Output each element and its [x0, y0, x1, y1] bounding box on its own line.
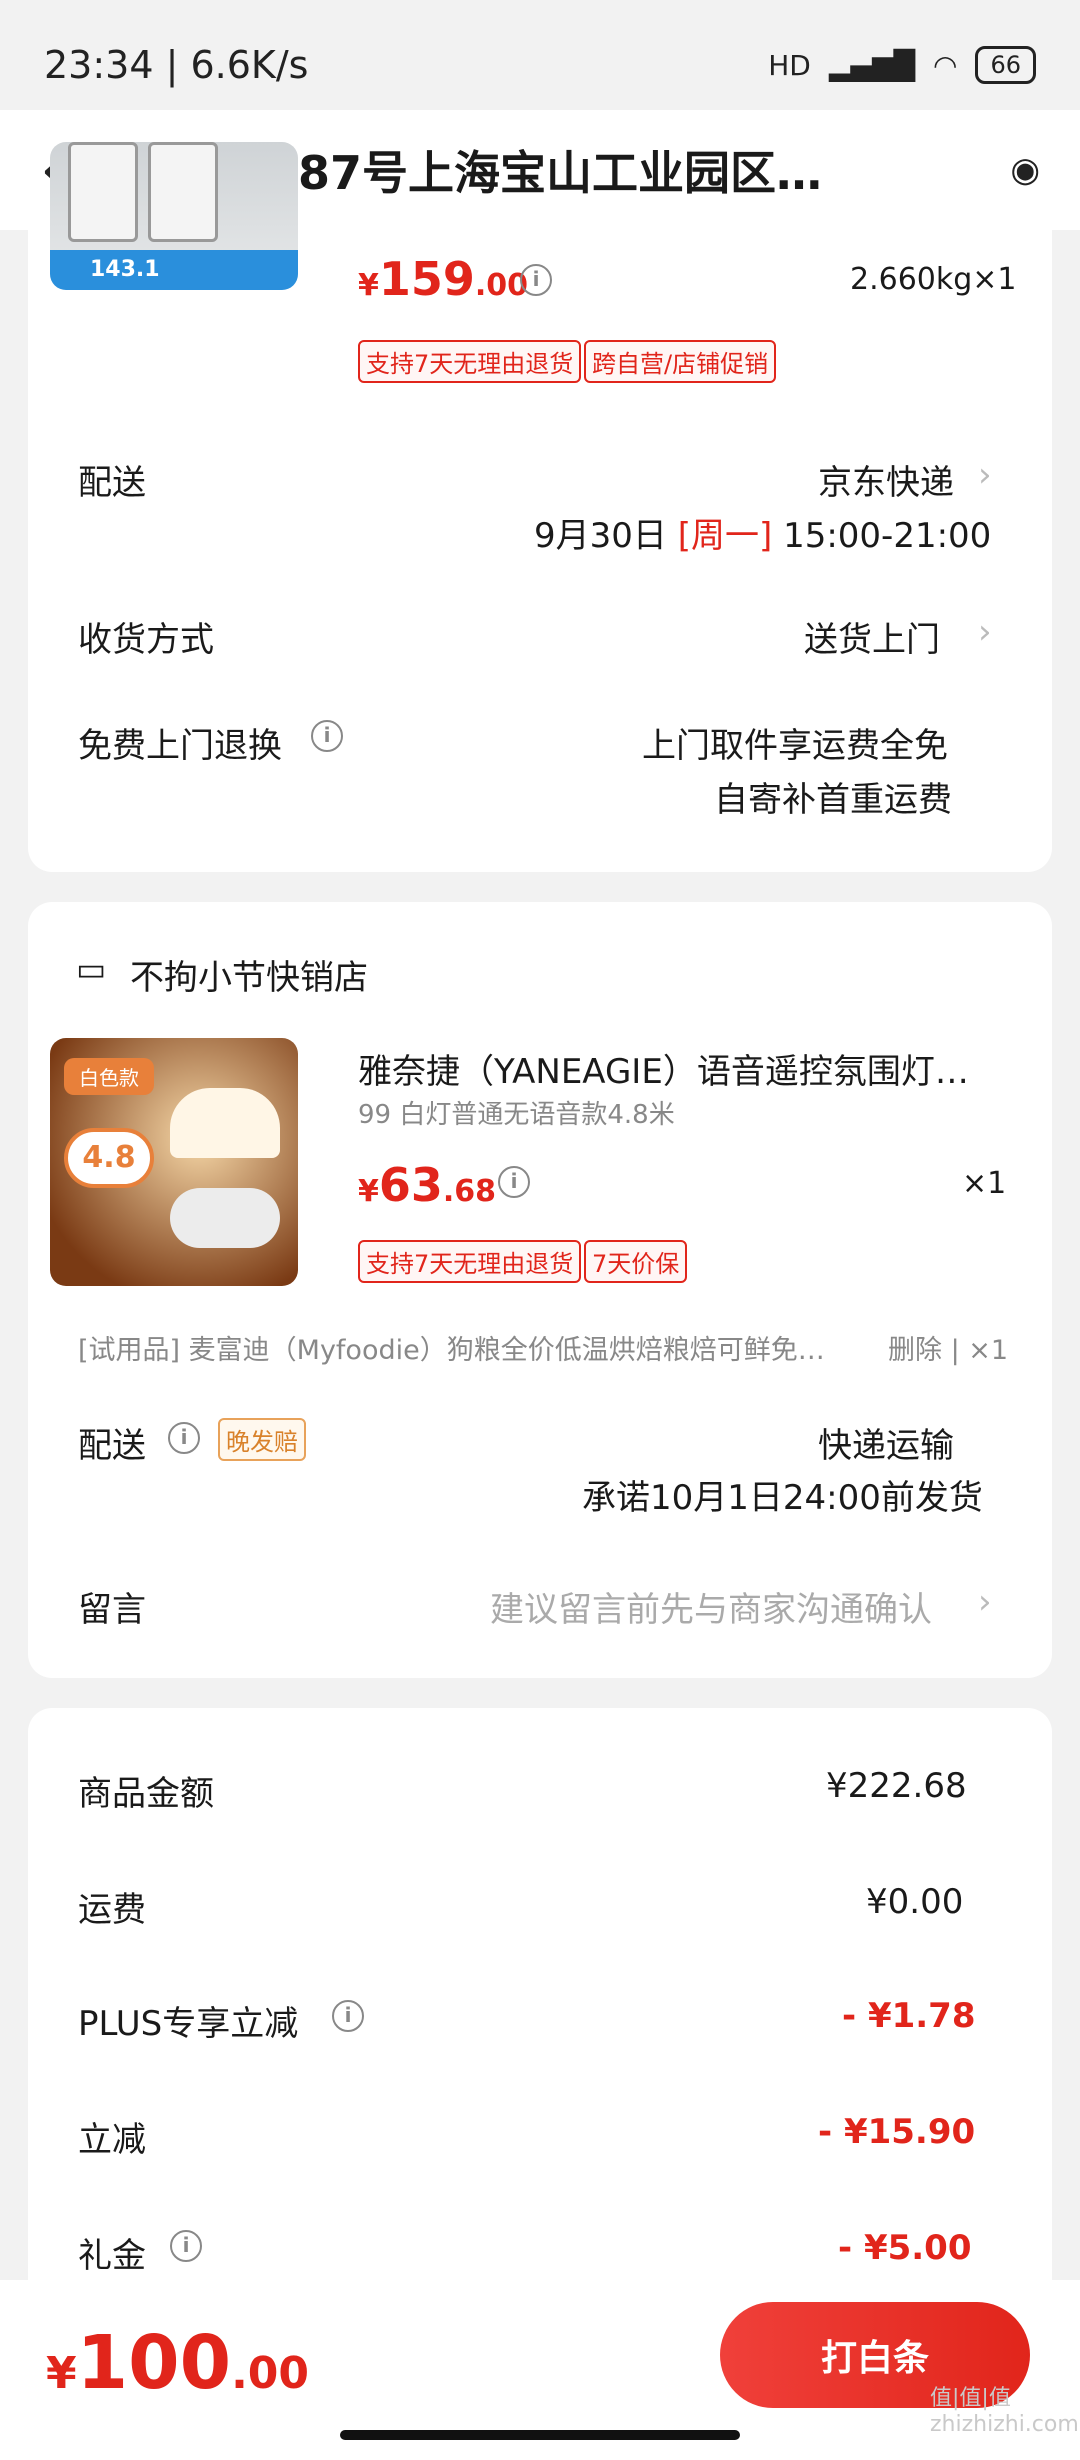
delivery-carrier[interactable]: 京东快递	[818, 455, 954, 504]
product-title[interactable]: 雅奈捷（YANEAGIE）语音遥控氛围灯…	[358, 1044, 988, 1093]
summary-label: 礼金	[78, 2236, 146, 2276]
product-thumbnail-suitcase[interactable]: 143.1	[50, 142, 298, 290]
summary-label: PLUS专享立减	[78, 2004, 299, 2044]
summary-value: - ¥5.00	[838, 2228, 972, 2268]
trial-item: [试用品] 麦富迪（Myfoodie）狗粮全价低温烘焙粮焙可鲜免…	[78, 1335, 825, 1366]
summary-value: - ¥1.78	[842, 1996, 976, 2036]
receive-method-value[interactable]: 送货上门	[804, 612, 940, 661]
receive-method-label: 收货方式	[78, 620, 214, 660]
product-variant: 99 白灯普通无语音款4.8米	[358, 1100, 675, 1130]
plus-info-icon[interactable]: i	[332, 2000, 364, 2032]
watermark: 值|值|值 zhizhizhi.com	[930, 2386, 1079, 2437]
signal-icon: ▂▄▆█	[828, 48, 916, 82]
suitcase-image	[68, 142, 138, 242]
summary-label: 商品金额	[78, 1774, 214, 1814]
wifi-icon: ◠	[933, 48, 958, 82]
item2-price: ¥63.68	[358, 1158, 497, 1212]
thumbnail-rate: 4.8	[64, 1128, 154, 1188]
late-compensation-badge: 晚发赔	[218, 1418, 306, 1461]
tag-promo: 跨自营/店铺促销	[584, 340, 777, 383]
price-info-icon[interactable]: i	[498, 1166, 530, 1198]
tag-price-protect: 7天价保	[584, 1240, 688, 1283]
message-input[interactable]: 建议留言前先与商家沟通确认	[490, 1582, 932, 1631]
chevron-right-icon[interactable]: ›	[978, 612, 992, 652]
delivery-info-icon[interactable]: i	[168, 1422, 200, 1454]
free-return-info-icon[interactable]: i	[311, 720, 343, 752]
free-return-label: 免费上门退换	[78, 726, 282, 766]
delivery2-method: 快递运输	[818, 1426, 954, 1466]
summary-value: ¥0.00	[866, 1882, 964, 1922]
summary-value: ¥222.68	[826, 1766, 967, 1806]
price-info-icon[interactable]: i	[520, 264, 552, 296]
delivery-label: 配送	[78, 463, 146, 503]
summary-value: - ¥15.90	[818, 2112, 976, 2152]
delivery2-label: 配送	[78, 1426, 146, 1466]
battery-icon: 66	[975, 46, 1036, 84]
trial-delete-button[interactable]: 删除 | ×1	[888, 1328, 1008, 1367]
thumbnail-tag: 白色款	[64, 1058, 154, 1095]
summary-label: 立减	[78, 2120, 146, 2160]
item1-price: ¥159.00	[358, 252, 529, 306]
location-pin-icon[interactable]: ◉	[1010, 150, 1040, 190]
home-indicator	[340, 2430, 740, 2440]
checkout-bar: ¥100.00 打白条	[0, 2280, 1080, 2460]
lamp-shade-image	[170, 1088, 280, 1158]
delivery-time: 9月30日 [周一] 15:00-21:00	[534, 516, 992, 556]
lamp-base-image	[170, 1188, 280, 1248]
product-thumbnail-lamp[interactable]: 白色款 4.8	[50, 1038, 298, 1286]
total-price: ¥100.00	[46, 2320, 310, 2406]
status-time: 23:34 | 6.6K/s	[44, 43, 309, 87]
item2-qty: ×1	[962, 1166, 1007, 1201]
thumbnail-price-band: 143.1	[50, 250, 298, 290]
chevron-right-icon[interactable]: ›	[978, 455, 992, 495]
free-return-line1: 上门取件享运费全免	[642, 726, 948, 766]
status-icons: HD ▂▄▆█ ◠ 66	[768, 46, 1036, 84]
network-label: HD	[768, 48, 811, 82]
shop-icon: ▭	[76, 950, 107, 988]
chevron-right-icon[interactable]: ›	[978, 1582, 992, 1622]
delivery2-promise: 承诺10月1日24:00前发货	[582, 1478, 983, 1518]
item1-weight-qty: 2.660kg×1	[850, 262, 1017, 297]
suitcase-image	[148, 142, 218, 242]
order-card-2	[28, 902, 1052, 1678]
tag-7day-return: 支持7天无理由退货	[358, 340, 582, 383]
shop-name[interactable]: 不拘小节快销店	[130, 950, 368, 999]
summary-label: 运费	[78, 1890, 146, 1930]
free-return-line2: 自寄补首重运费	[714, 780, 952, 820]
tag-7day-return: 支持7天无理由退货	[358, 1240, 582, 1283]
gift-info-icon[interactable]: i	[170, 2230, 202, 2262]
message-label: 留言	[78, 1590, 146, 1630]
